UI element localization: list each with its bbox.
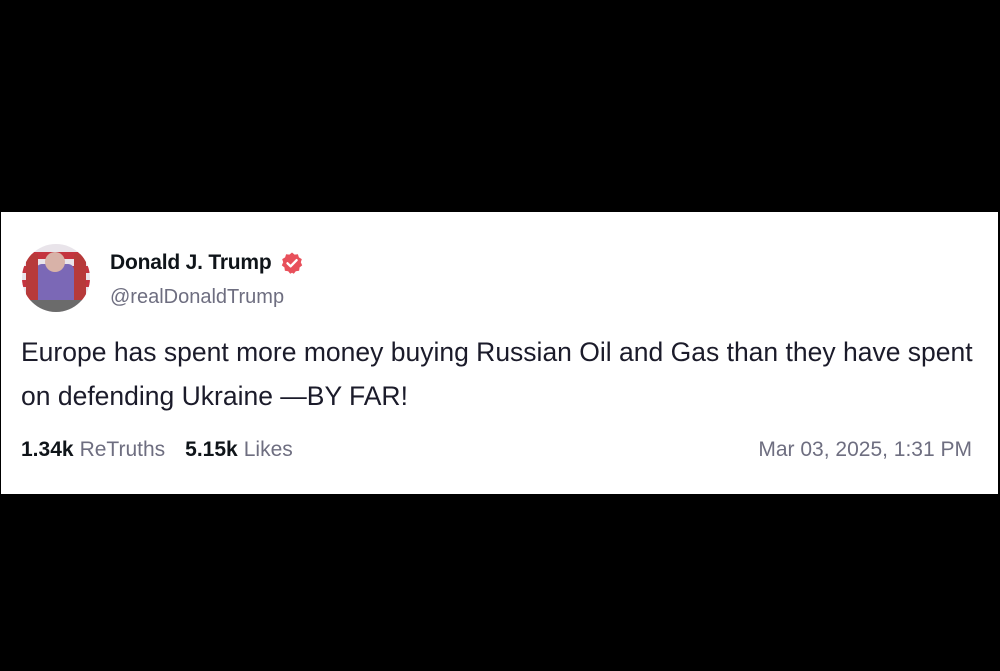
- likes-count: 5.15k: [185, 438, 238, 461]
- post-text: Europe has spent more money buying Russi…: [21, 337, 973, 411]
- author-name[interactable]: Donald J. Trump: [110, 251, 272, 275]
- verified-badge-icon: [280, 251, 304, 275]
- retruths-count: 1.34k: [21, 438, 74, 461]
- retruths-label: ReTruths: [79, 438, 166, 461]
- post-timestamp[interactable]: Mar 03, 2025, 1:31 PM: [758, 438, 972, 462]
- likes-label: Likes: [243, 438, 293, 461]
- post-stats: 1.34k ReTruths 5.15k Likes: [21, 438, 293, 462]
- retruths-stat[interactable]: 1.34k ReTruths: [21, 438, 165, 462]
- author-handle[interactable]: @realDonaldTrump: [110, 286, 284, 309]
- likes-stat[interactable]: 5.15k Likes: [185, 438, 293, 462]
- author-row: Donald J. Trump: [110, 249, 304, 277]
- post-card[interactable]: Donald J. Trump @realDonaldTrump Europe …: [1, 212, 998, 494]
- profile-avatar[interactable]: [22, 244, 90, 312]
